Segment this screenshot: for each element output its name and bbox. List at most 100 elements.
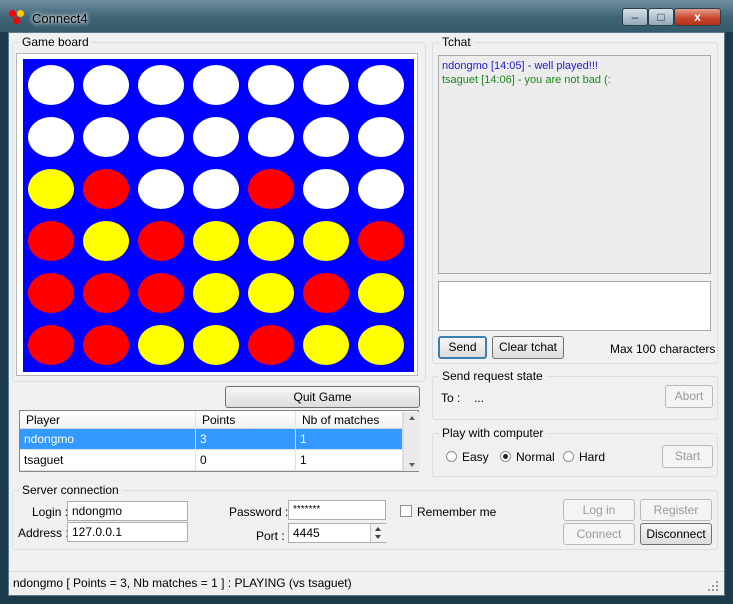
- connect-button[interactable]: Connect: [563, 523, 635, 545]
- board-cell-yellow[interactable]: [248, 221, 294, 261]
- board-cell-empty[interactable]: [358, 65, 404, 105]
- login-input[interactable]: ndongmo: [67, 501, 188, 521]
- game-board[interactable]: [23, 59, 414, 372]
- close-button[interactable]: x: [674, 8, 721, 26]
- port-stepper[interactable]: [370, 524, 386, 542]
- board-cell-yellow[interactable]: [28, 169, 74, 209]
- board-cell-empty[interactable]: [358, 117, 404, 157]
- password-input[interactable]: *******: [288, 500, 386, 520]
- to-label: To :: [441, 391, 461, 405]
- board-cell-red[interactable]: [83, 169, 129, 209]
- board-cell-red[interactable]: [358, 221, 404, 261]
- board-cell-yellow[interactable]: [83, 221, 129, 261]
- board-cell-empty[interactable]: [138, 65, 184, 105]
- hard-label: Hard: [579, 450, 606, 464]
- board-cell-red[interactable]: [138, 273, 184, 313]
- chat-input[interactable]: [438, 281, 711, 331]
- board-cell-red[interactable]: [303, 273, 349, 313]
- column-header-points[interactable]: Points: [196, 411, 296, 429]
- register-button[interactable]: Register: [640, 499, 712, 521]
- board-cell-empty[interactable]: [193, 65, 239, 105]
- chat-message: tsaguet [14:06] - you are not bad (:: [442, 74, 611, 86]
- cell-matches: 1: [296, 429, 403, 450]
- hard-radio[interactable]: [563, 451, 574, 462]
- board-cell-yellow[interactable]: [358, 325, 404, 365]
- port-label: Port :: [256, 529, 285, 543]
- cell-points: 3: [196, 429, 296, 450]
- window-title: Connect4: [32, 11, 88, 26]
- status-bar: ndongmo [ Points = 3, Nb matches = 1 ] :…: [9, 571, 724, 595]
- players-table: Player Points Nb of matches ndongmo 3 1 …: [19, 410, 420, 472]
- board-cell-empty[interactable]: [28, 117, 74, 157]
- board-cell-red[interactable]: [28, 325, 74, 365]
- normal-label: Normal: [516, 450, 555, 464]
- board-cell-yellow[interactable]: [248, 273, 294, 313]
- address-label: Address :: [18, 526, 69, 540]
- board-cell-yellow[interactable]: [358, 273, 404, 313]
- login-label: Login :: [32, 505, 69, 519]
- app-icon: [9, 10, 25, 26]
- cell-player: tsaguet: [20, 450, 196, 471]
- server-connection-title: Server connection: [19, 483, 122, 497]
- resize-grip-icon[interactable]: [707, 580, 719, 592]
- easy-radio[interactable]: [446, 451, 457, 462]
- board-cell-yellow[interactable]: [193, 273, 239, 313]
- minimize-button[interactable]: –: [622, 8, 648, 26]
- cell-player: ndongmo: [20, 429, 196, 450]
- board-cell-yellow[interactable]: [138, 325, 184, 365]
- tchat-title: Tchat: [439, 35, 474, 49]
- table-scrollbar[interactable]: [403, 412, 420, 471]
- abort-button[interactable]: Abort: [665, 385, 713, 408]
- maximize-button[interactable]: □: [648, 8, 674, 26]
- start-button[interactable]: Start: [662, 445, 713, 468]
- board-cell-empty[interactable]: [358, 169, 404, 209]
- board-cell-red[interactable]: [248, 325, 294, 365]
- board-cell-red[interactable]: [248, 169, 294, 209]
- board-cell-empty[interactable]: [193, 117, 239, 157]
- remember-me-checkbox[interactable]: [400, 505, 412, 517]
- board-cell-red[interactable]: [83, 273, 129, 313]
- send-request-title: Send request state: [439, 369, 546, 383]
- send-button[interactable]: Send: [438, 336, 487, 359]
- chat-log[interactable]: ndongmo [14:05] - well played!!! tsaguet…: [438, 55, 711, 274]
- cell-points: 0: [196, 450, 296, 471]
- play-computer-title: Play with computer: [439, 426, 547, 440]
- board-cell-empty[interactable]: [248, 65, 294, 105]
- board-cell-yellow[interactable]: [303, 325, 349, 365]
- board-cell-empty[interactable]: [28, 65, 74, 105]
- board-cell-empty[interactable]: [303, 117, 349, 157]
- column-header-player[interactable]: Player: [20, 411, 196, 429]
- board-cell-red[interactable]: [28, 273, 74, 313]
- password-label: Password :: [229, 505, 289, 519]
- disconnect-button[interactable]: Disconnect: [640, 523, 712, 545]
- board-cell-yellow[interactable]: [303, 221, 349, 261]
- board-cell-red[interactable]: [83, 325, 129, 365]
- easy-label: Easy: [462, 450, 489, 464]
- board-cell-empty[interactable]: [138, 169, 184, 209]
- board-cell-red[interactable]: [28, 221, 74, 261]
- log-in-button[interactable]: Log in: [563, 499, 635, 521]
- board-cell-empty[interactable]: [248, 117, 294, 157]
- board-cell-empty[interactable]: [83, 117, 129, 157]
- chat-message: ndongmo [14:05] - well played!!!: [442, 60, 598, 72]
- board-cell-empty[interactable]: [303, 169, 349, 209]
- quit-game-button[interactable]: Quit Game: [225, 386, 420, 408]
- to-value: ...: [474, 391, 485, 405]
- board-cell-yellow[interactable]: [193, 221, 239, 261]
- column-header-matches[interactable]: Nb of matches: [296, 411, 403, 429]
- status-text: ndongmo [ Points = 3, Nb matches = 1 ] :…: [13, 576, 352, 590]
- board-cell-yellow[interactable]: [193, 325, 239, 365]
- max-characters-label: Max 100 characters: [610, 342, 716, 356]
- board-cell-empty[interactable]: [138, 117, 184, 157]
- normal-radio[interactable]: [500, 451, 511, 462]
- address-input[interactable]: 127.0.0.1: [67, 522, 188, 542]
- remember-me-label: Remember me: [417, 505, 497, 519]
- cell-matches: 1: [296, 450, 403, 471]
- scroll-arrows-icon: [409, 416, 415, 467]
- board-cell-empty[interactable]: [83, 65, 129, 105]
- game-board-title: Game board: [19, 35, 92, 49]
- board-cell-empty[interactable]: [193, 169, 239, 209]
- board-cell-red[interactable]: [138, 221, 184, 261]
- clear-tchat-button[interactable]: Clear tchat: [492, 336, 564, 359]
- board-cell-empty[interactable]: [303, 65, 349, 105]
